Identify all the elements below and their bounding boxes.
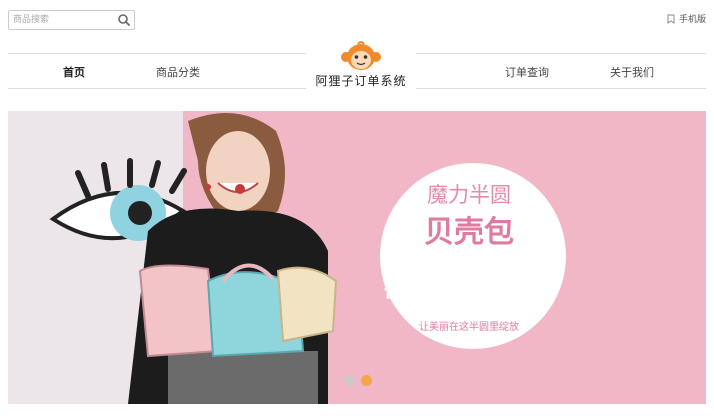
nav-item-home[interactable]: 首页: [63, 64, 85, 80]
banner-headline: 魔力半圆: [427, 183, 511, 207]
carousel-dot[interactable]: [344, 375, 355, 386]
promo-banner[interactable]: 魔力半圆 贝壳包 优惠价¥ 229 让美丽在这半圆里绽放: [8, 111, 706, 404]
search-input[interactable]: [13, 13, 113, 27]
logo-title: 阿狸子订单系统: [315, 74, 407, 88]
nav-item-order-query[interactable]: 订单查询: [505, 64, 549, 80]
banner-product-name: 贝壳包: [424, 215, 514, 250]
site-logo[interactable]: 阿狸子订单系统: [306, 38, 416, 94]
mobile-version-link[interactable]: 手机版: [667, 12, 706, 25]
mobile-icon: [667, 14, 675, 24]
monkey-logo-icon: [341, 41, 381, 70]
search-icon[interactable]: [117, 13, 131, 27]
price-label: 优惠价¥: [384, 281, 451, 302]
nav-item-categories[interactable]: 商品分类: [156, 64, 200, 80]
carousel-dots: [344, 375, 372, 386]
price-value: 229: [476, 259, 556, 303]
nav-item-about[interactable]: 关于我们: [610, 64, 654, 80]
carousel-dot-active[interactable]: [361, 375, 372, 386]
top-bar: 手机版: [0, 0, 714, 40]
mobile-version-label: 手机版: [678, 15, 706, 25]
search-box[interactable]: [8, 10, 135, 30]
banner-artwork: [8, 111, 706, 404]
price-block: 优惠价¥ 229: [378, 259, 578, 309]
banner-slogan: 让美丽在这半圆里绽放: [419, 322, 519, 333]
